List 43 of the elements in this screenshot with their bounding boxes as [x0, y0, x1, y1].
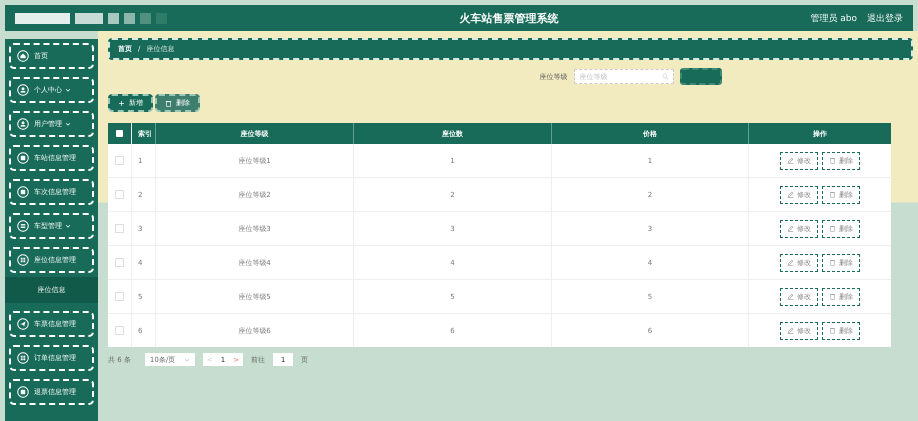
row-checkbox[interactable]	[115, 326, 124, 335]
box-icon	[17, 152, 29, 164]
header-decoration	[15, 12, 70, 24]
trash-icon	[829, 225, 836, 232]
search-icon	[662, 73, 668, 80]
search-button[interactable]	[680, 68, 722, 85]
pencil-icon	[787, 259, 794, 266]
pencil-icon	[787, 225, 794, 232]
trash-icon	[829, 327, 836, 334]
grid-icon	[17, 254, 29, 266]
box-icon	[17, 186, 29, 198]
pencil-icon	[787, 157, 794, 164]
user-icon	[17, 118, 29, 130]
trash-icon	[829, 157, 836, 164]
pencil-icon	[787, 293, 794, 300]
row-checkbox[interactable]	[115, 156, 124, 165]
chevron-icon	[184, 356, 190, 362]
pencil-icon	[787, 191, 794, 198]
box-icon	[17, 386, 29, 398]
plus-icon	[118, 100, 125, 106]
row-checkbox[interactable]	[115, 190, 124, 199]
list-icon	[17, 220, 29, 232]
trash-icon	[829, 259, 836, 266]
row-checkbox[interactable]	[115, 224, 124, 233]
row-checkbox[interactable]	[115, 292, 124, 301]
trash-icon	[829, 293, 836, 300]
user-icon	[17, 84, 29, 96]
home-icon	[17, 50, 29, 62]
grid-icon	[17, 352, 29, 364]
row-checkbox[interactable]	[115, 258, 124, 267]
header-decoration	[156, 12, 167, 24]
select-all-checkbox[interactable]	[116, 130, 123, 137]
trash-icon	[829, 191, 836, 198]
header-decoration	[140, 12, 151, 24]
logout-link[interactable]: 退出登录	[867, 12, 903, 24]
header-decoration	[108, 12, 119, 24]
pencil-icon	[787, 327, 794, 334]
trash-icon	[165, 100, 172, 106]
header-decoration	[124, 12, 135, 24]
send-icon	[17, 318, 29, 330]
header-decoration	[75, 12, 103, 24]
app-title: 火车站售票管理系统	[458, 10, 560, 26]
user-name: 管理员 abo	[810, 12, 857, 24]
